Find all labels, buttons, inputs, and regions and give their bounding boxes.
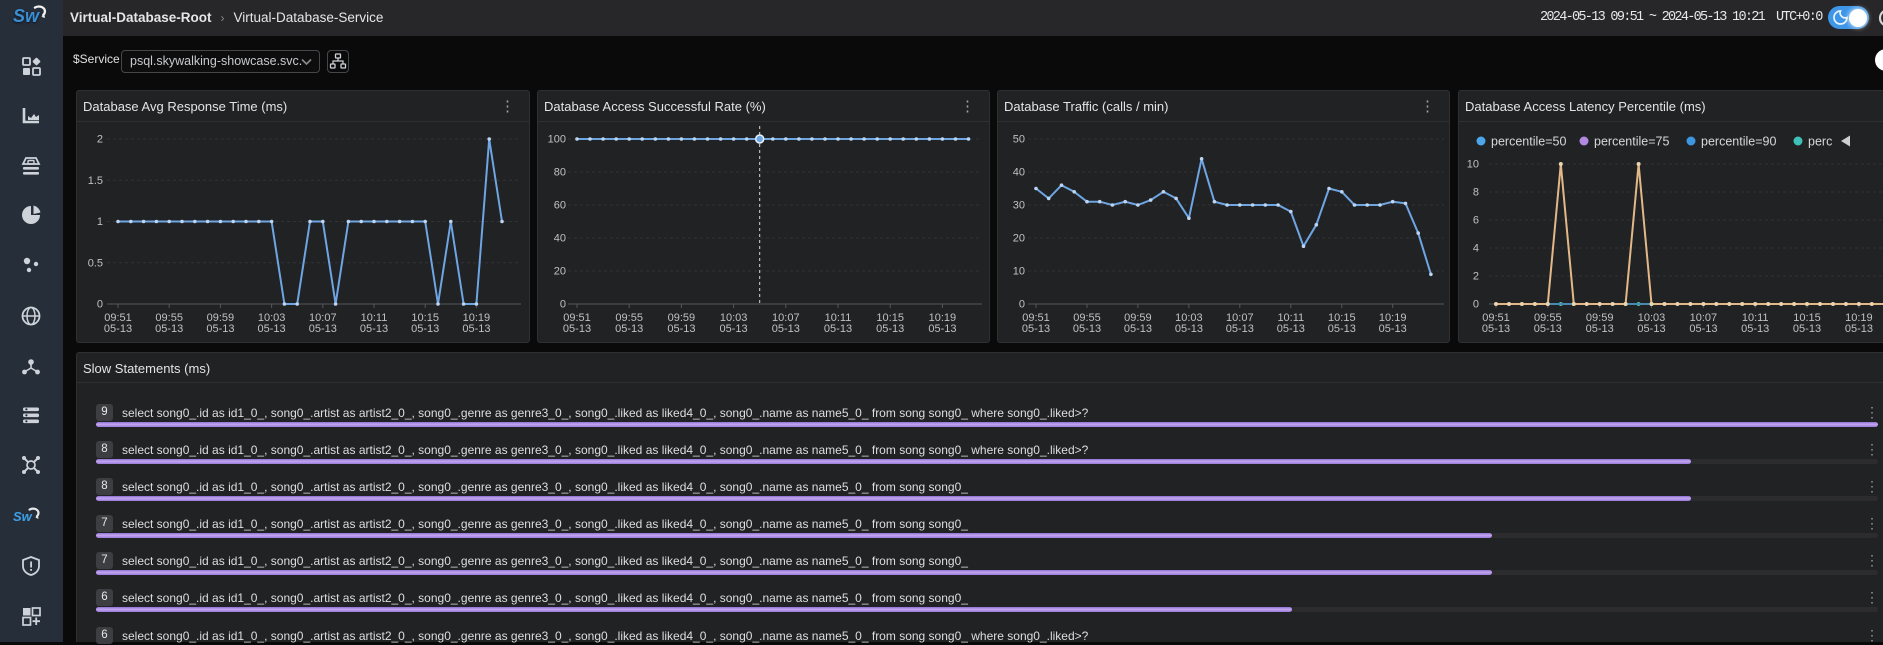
svg-text:0: 0 [1019, 299, 1025, 311]
svg-text:05-13: 05-13 [206, 323, 234, 335]
svg-text:05-13: 05-13 [1689, 323, 1717, 335]
svg-text:0.5: 0.5 [88, 257, 103, 269]
svg-text:05-13: 05-13 [1534, 323, 1562, 335]
svg-text:40: 40 [1013, 167, 1025, 179]
svg-text:05-13: 05-13 [563, 323, 591, 335]
svg-text:05-13: 05-13 [667, 323, 695, 335]
svg-text:10: 10 [1467, 159, 1479, 171]
svg-text:10: 10 [1013, 266, 1025, 278]
svg-text:6: 6 [1473, 215, 1479, 227]
svg-text:05-13: 05-13 [360, 323, 388, 335]
svg-text:05-13: 05-13 [1022, 323, 1050, 335]
svg-text:05-13: 05-13 [1124, 323, 1152, 335]
svg-text:perc: perc [1808, 135, 1832, 149]
svg-text:05-13: 05-13 [462, 323, 490, 335]
svg-text:05-13: 05-13 [155, 323, 183, 335]
svg-text:percentile=75: percentile=75 [1594, 135, 1669, 149]
svg-text:05-13: 05-13 [1741, 323, 1769, 335]
svg-text:05-13: 05-13 [1482, 323, 1510, 335]
svg-text:05-13: 05-13 [1328, 323, 1356, 335]
svg-text:60: 60 [554, 200, 566, 212]
svg-text:05-13: 05-13 [1793, 323, 1821, 335]
svg-text:05-13: 05-13 [1379, 323, 1407, 335]
svg-text:4: 4 [1473, 243, 1479, 255]
svg-text:05-13: 05-13 [1586, 323, 1614, 335]
svg-text:05-13: 05-13 [1226, 323, 1254, 335]
svg-text:30: 30 [1013, 200, 1025, 212]
svg-text:05-13: 05-13 [411, 323, 439, 335]
svg-text:05-13: 05-13 [1175, 323, 1203, 335]
svg-text:100: 100 [548, 134, 566, 146]
svg-text:percentile=90: percentile=90 [1701, 135, 1776, 149]
svg-text:0: 0 [560, 299, 566, 311]
svg-text:05-13: 05-13 [772, 323, 800, 335]
svg-text:05-13: 05-13 [1637, 323, 1665, 335]
svg-text:40: 40 [554, 233, 566, 245]
svg-text:05-13: 05-13 [615, 323, 643, 335]
svg-text:05-13: 05-13 [309, 323, 337, 335]
svg-text:2: 2 [97, 134, 103, 146]
svg-text:05-13: 05-13 [1845, 323, 1873, 335]
svg-text:05-13: 05-13 [720, 323, 748, 335]
svg-text:05-13: 05-13 [1073, 323, 1101, 335]
svg-text:0: 0 [1473, 299, 1479, 311]
svg-text:0: 0 [97, 299, 103, 311]
svg-text:05-13: 05-13 [824, 323, 852, 335]
svg-text:50: 50 [1013, 134, 1025, 146]
svg-text:05-13: 05-13 [1277, 323, 1305, 335]
svg-text:percentile=50: percentile=50 [1491, 135, 1566, 149]
svg-text:05-13: 05-13 [258, 323, 286, 335]
svg-text:2: 2 [1473, 271, 1479, 283]
svg-text:1: 1 [97, 216, 103, 228]
svg-text:80: 80 [554, 167, 566, 179]
svg-text:05-13: 05-13 [928, 323, 956, 335]
svg-text:1.5: 1.5 [88, 175, 103, 187]
svg-text:05-13: 05-13 [104, 323, 132, 335]
svg-text:8: 8 [1473, 187, 1479, 199]
svg-text:20: 20 [1013, 233, 1025, 245]
svg-text:05-13: 05-13 [876, 323, 904, 335]
svg-text:20: 20 [554, 266, 566, 278]
